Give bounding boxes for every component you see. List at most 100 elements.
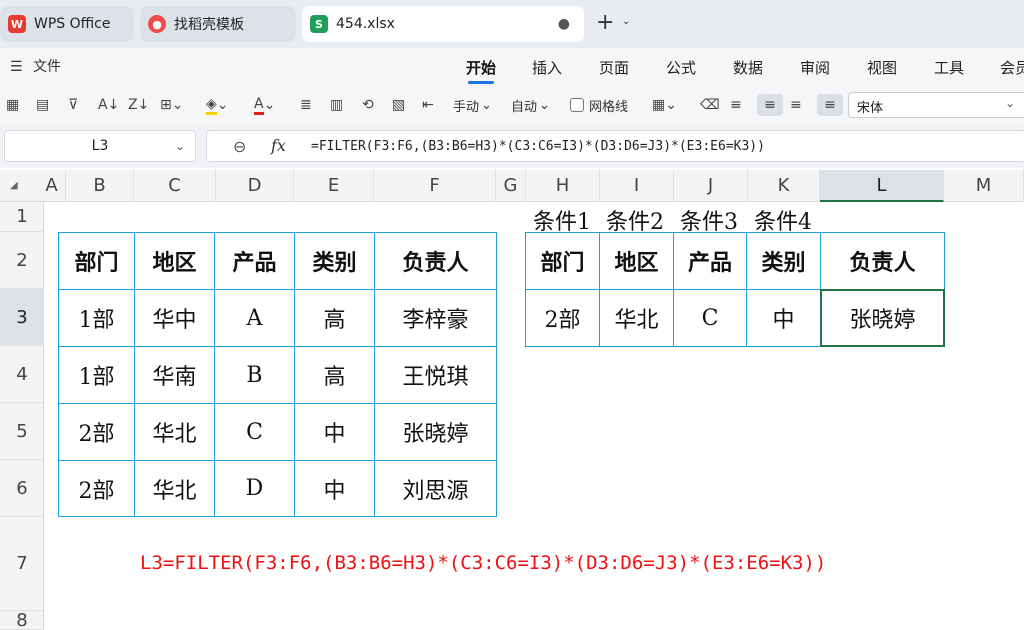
justify-icon[interactable]: ≡ — [817, 94, 843, 116]
fx-icon[interactable]: fx — [271, 136, 286, 155]
column-header-g[interactable]: G — [496, 170, 526, 202]
source-data-cell[interactable]: A — [214, 289, 295, 347]
query-condition-cell[interactable]: 2部 — [525, 289, 600, 347]
source-data-cell[interactable]: 李梓豪 — [374, 289, 497, 347]
row-header-8[interactable]: 8 — [0, 611, 44, 630]
column-header-d[interactable]: D — [216, 170, 294, 202]
column-header-e[interactable]: E — [294, 170, 374, 202]
query-header-cell[interactable]: 部门 — [525, 232, 600, 290]
source-data-cell[interactable]: 高 — [294, 289, 375, 347]
sort-descending-icon[interactable]: Z↓ — [128, 94, 149, 116]
menu-insert[interactable]: 插入 — [532, 57, 562, 78]
chevron-down-icon[interactable]: ⌄ — [622, 16, 630, 27]
menu-data[interactable]: 数据 — [733, 57, 763, 78]
source-data-cell[interactable]: 王悦琪 — [374, 346, 497, 404]
gridlines-checkbox[interactable]: 网格线 — [570, 94, 628, 116]
align-center-icon[interactable]: ≡ — [757, 94, 783, 116]
paste-icon[interactable]: ▤ — [36, 94, 49, 116]
menu-review[interactable]: 审阅 — [800, 57, 830, 78]
source-data-cell[interactable]: 1部 — [58, 289, 135, 347]
menu-tools[interactable]: 工具 — [934, 57, 964, 78]
column-header-a[interactable]: A — [38, 170, 66, 202]
query-header-cell[interactable]: 产品 — [673, 232, 747, 290]
source-data-cell[interactable]: B — [214, 346, 295, 404]
row-header-2[interactable]: 2 — [0, 232, 44, 289]
align-icon[interactable]: ≣ — [300, 94, 312, 116]
result-cell-l3[interactable]: 张晓婷 — [820, 289, 945, 347]
align-right-icon[interactable]: ≡ — [790, 94, 802, 116]
source-data-cell[interactable]: 2部 — [58, 403, 135, 461]
menu-page[interactable]: 页面 — [599, 57, 629, 78]
source-header-cell[interactable]: 类别 — [294, 232, 375, 290]
formula-input[interactable]: ⊖ fx =FILTER(F3:F6,(B3:B6=H3)*(C3:C6=I3)… — [206, 130, 1024, 162]
tab-docer-templates[interactable]: ● 找稻壳模板 — [140, 6, 296, 42]
source-data-cell[interactable]: C — [214, 403, 295, 461]
menu-member[interactable]: 会员 — [1000, 57, 1024, 78]
font-family-select[interactable]: 宋体 ⌄ — [848, 92, 1024, 118]
auto-calc-button[interactable]: 自动 ⌄ — [511, 94, 550, 116]
borders-icon[interactable]: ⊞⌄ — [160, 94, 183, 116]
column-header-f[interactable]: F — [374, 170, 496, 202]
query-header-cell[interactable]: 地区 — [599, 232, 674, 290]
source-data-cell[interactable]: 华北 — [134, 460, 215, 517]
source-data-cell[interactable]: 1部 — [58, 346, 135, 404]
select-all-icon[interactable]: ◢ — [10, 180, 18, 191]
source-data-cell[interactable]: 高 — [294, 346, 375, 404]
query-header-cell[interactable]: 负责人 — [820, 232, 945, 290]
menu-formula[interactable]: 公式 — [666, 57, 696, 78]
column-header-b[interactable]: B — [66, 170, 134, 202]
conditional-format-icon[interactable]: ▦⌄ — [652, 94, 677, 116]
source-data-cell[interactable]: 华南 — [134, 346, 215, 404]
column-header-j[interactable]: J — [674, 170, 748, 202]
zoom-icon[interactable]: ⊖ — [233, 137, 246, 156]
filter-icon[interactable]: ⊽ — [68, 94, 78, 116]
source-header-cell[interactable]: 地区 — [134, 232, 215, 290]
source-data-cell[interactable]: 中 — [294, 403, 375, 461]
row-header-7[interactable]: 7 — [0, 517, 44, 611]
unsaved-dot-icon[interactable]: ● — [558, 16, 570, 32]
clear-format-icon[interactable]: ⌫ — [700, 94, 720, 116]
source-data-cell[interactable]: D — [214, 460, 295, 517]
row-header-5[interactable]: 5 — [0, 403, 44, 460]
query-condition-cell[interactable]: 华北 — [599, 289, 674, 347]
wrap-icon[interactable]: ⟲ — [362, 94, 374, 116]
font-color-icon[interactable]: A ⌄ — [254, 94, 275, 116]
freeze-icon[interactable]: ⇤ — [422, 94, 434, 116]
column-header-i[interactable]: I — [600, 170, 674, 202]
manual-calc-button[interactable]: 手动 ⌄ — [453, 94, 492, 116]
query-header-cell[interactable]: 类别 — [746, 232, 821, 290]
tab-wps-office[interactable]: W WPS Office — [0, 6, 134, 42]
row-header-1[interactable]: 1 — [0, 202, 44, 232]
source-data-cell[interactable]: 中 — [294, 460, 375, 517]
source-data-cell[interactable]: 华北 — [134, 403, 215, 461]
align-left-icon[interactable]: ≡ — [730, 94, 742, 116]
query-condition-cell[interactable]: C — [673, 289, 747, 347]
menu-home[interactable]: 开始 — [466, 57, 496, 78]
column-header-c[interactable]: C — [134, 170, 216, 202]
menu-view[interactable]: 视图 — [867, 57, 897, 78]
row-header-6[interactable]: 6 — [0, 460, 44, 517]
source-header-cell[interactable]: 产品 — [214, 232, 295, 290]
fill-color-icon[interactable]: ◈ ⌄ — [206, 94, 229, 116]
row-header-4[interactable]: 4 — [0, 346, 44, 403]
new-tab-plus-icon[interactable]: + — [596, 10, 614, 36]
paste-format-icon[interactable]: ▦ — [6, 94, 19, 116]
row-header-3[interactable]: 3 — [0, 289, 44, 346]
source-data-cell[interactable]: 华中 — [134, 289, 215, 347]
name-box[interactable]: L3 ⌄ — [4, 130, 196, 162]
sort-ascending-icon[interactable]: A↓ — [98, 94, 119, 116]
column-header-h[interactable]: H — [526, 170, 600, 202]
file-menu[interactable]: ☰ 文件 — [10, 56, 61, 76]
column-width-icon[interactable]: ▥ — [330, 94, 343, 116]
query-condition-cell[interactable]: 中 — [746, 289, 821, 347]
column-header-k[interactable]: K — [748, 170, 820, 202]
source-data-cell[interactable]: 2部 — [58, 460, 135, 517]
column-header-l[interactable]: L — [820, 170, 944, 202]
source-data-cell[interactable]: 刘思源 — [374, 460, 497, 517]
table-style-icon[interactable]: ▧ — [392, 94, 405, 116]
tab-spreadsheet[interactable]: S 454.xlsx ● — [302, 6, 584, 42]
column-header-m[interactable]: M — [944, 170, 1024, 202]
source-header-cell[interactable]: 负责人 — [374, 232, 497, 290]
source-data-cell[interactable]: 张晓婷 — [374, 403, 497, 461]
source-header-cell[interactable]: 部门 — [58, 232, 135, 290]
